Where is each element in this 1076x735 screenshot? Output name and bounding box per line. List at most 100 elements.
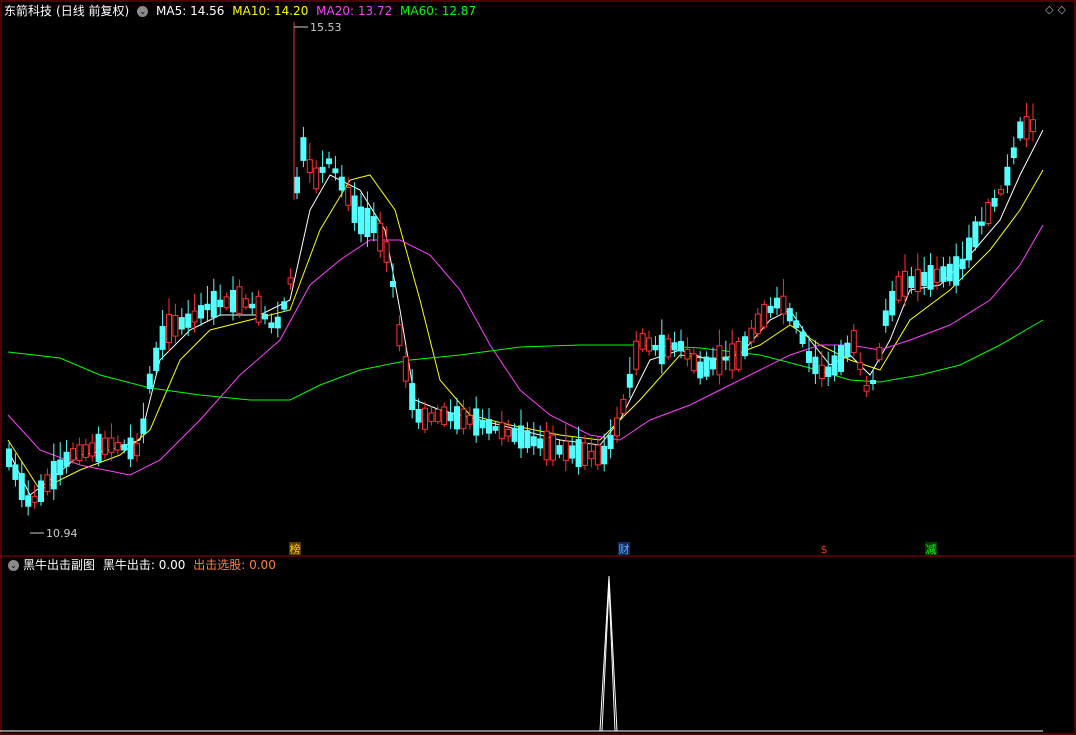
candle <box>102 430 108 459</box>
chart-canvas[interactable]: 15.53 10.94 榜 财 $ 减 <box>0 0 1076 735</box>
signal-label: 黑牛出击: 0.00 <box>102 558 186 572</box>
candle <box>639 328 646 353</box>
candle <box>774 286 780 315</box>
candle <box>76 437 83 465</box>
candle <box>978 207 985 235</box>
candle <box>575 426 582 475</box>
candle <box>6 442 12 471</box>
candle <box>12 453 19 487</box>
candle <box>319 150 326 183</box>
candle <box>127 424 134 468</box>
candle <box>658 319 665 374</box>
candle <box>18 460 25 508</box>
candle <box>857 352 864 376</box>
ma10-label: MA10: 14.20 <box>232 4 309 18</box>
candle <box>415 398 422 429</box>
candle <box>204 285 211 321</box>
candle <box>646 330 652 356</box>
candle <box>287 268 294 290</box>
candle <box>146 366 153 394</box>
candle <box>114 435 121 455</box>
stock-name: 东箭科技 <box>4 4 53 18</box>
candle <box>895 271 902 304</box>
candle <box>454 397 460 435</box>
candle <box>876 343 883 363</box>
candle <box>108 423 115 462</box>
candle <box>985 198 992 226</box>
chevron-down-icon[interactable]: ⌄ <box>137 6 149 17</box>
candle <box>89 434 96 462</box>
high-marker-label: 15.53 <box>310 21 342 34</box>
candle <box>50 443 57 500</box>
candle <box>614 406 620 443</box>
candle <box>230 276 236 321</box>
candle <box>82 438 89 461</box>
candle <box>441 402 448 428</box>
candle <box>594 436 601 471</box>
candle <box>588 437 595 468</box>
candle <box>543 421 550 466</box>
candle <box>998 185 1004 197</box>
candle <box>716 329 723 385</box>
chevron-down-icon[interactable]: ⌄ <box>8 560 19 571</box>
select-label: 出击选股: 0.00 <box>193 558 276 572</box>
sub-chart-title: 黑牛出击副图 <box>23 558 96 572</box>
diamond-icon[interactable]: ◇ <box>1045 3 1057 16</box>
candle <box>882 298 889 333</box>
candle <box>607 419 614 459</box>
period-label: (日线 前复权) <box>56 4 130 18</box>
candle <box>799 326 806 348</box>
candle <box>927 253 934 297</box>
candlesticks <box>6 22 1036 516</box>
event-marker-label: 榜 <box>290 542 301 556</box>
sub-chart-header: ⌄ 黑牛出击副图 黑牛出击: 0.00 出击选股: 0.00 <box>4 556 280 574</box>
candle <box>946 256 953 286</box>
ma20-label: MA20: 13.72 <box>316 4 393 18</box>
candle <box>223 292 230 311</box>
event-marker[interactable]: 减 <box>925 542 937 556</box>
candle <box>345 177 352 212</box>
candle <box>684 337 691 367</box>
candle <box>172 303 179 344</box>
candle <box>351 182 358 231</box>
low-marker: 10.94 <box>30 527 78 540</box>
candle <box>972 216 979 251</box>
candle <box>748 320 755 347</box>
main-chart-header: 东箭科技 (日线 前复权) ⌄ MA5: 14.56 MA10: 14.20 MA2… <box>4 2 480 20</box>
candle <box>556 439 563 459</box>
gear-icon[interactable]: ◇ <box>1058 3 1070 16</box>
candle <box>294 167 300 200</box>
candle <box>178 308 185 335</box>
candle <box>505 419 512 442</box>
low-marker-label: 10.94 <box>46 527 78 540</box>
event-marker[interactable]: 榜 <box>289 542 301 556</box>
candle <box>562 423 569 472</box>
event-marker[interactable]: $ <box>818 542 830 556</box>
candle <box>966 224 972 269</box>
candle <box>38 474 44 506</box>
candle <box>422 402 428 433</box>
candle <box>242 294 249 310</box>
candle <box>185 300 192 336</box>
candle <box>396 315 403 352</box>
candle <box>390 263 396 298</box>
window-controls[interactable]: ◇◇ <box>1045 3 1070 16</box>
ma5-label: MA5: 14.56 <box>156 4 225 18</box>
candle <box>447 399 454 430</box>
candle <box>550 425 556 466</box>
candle <box>249 292 256 316</box>
candle <box>1023 102 1030 148</box>
candle <box>678 329 684 359</box>
candle <box>31 485 38 509</box>
candle <box>134 433 140 462</box>
candle <box>383 226 390 272</box>
event-marker[interactable]: 财 <box>618 542 630 556</box>
candle <box>914 253 921 302</box>
event-marker-label: 减 <box>926 543 937 556</box>
candle <box>44 468 51 496</box>
candle <box>70 442 76 464</box>
candle <box>850 323 857 357</box>
candle <box>63 440 70 474</box>
candle <box>498 410 505 446</box>
candle <box>665 334 672 360</box>
